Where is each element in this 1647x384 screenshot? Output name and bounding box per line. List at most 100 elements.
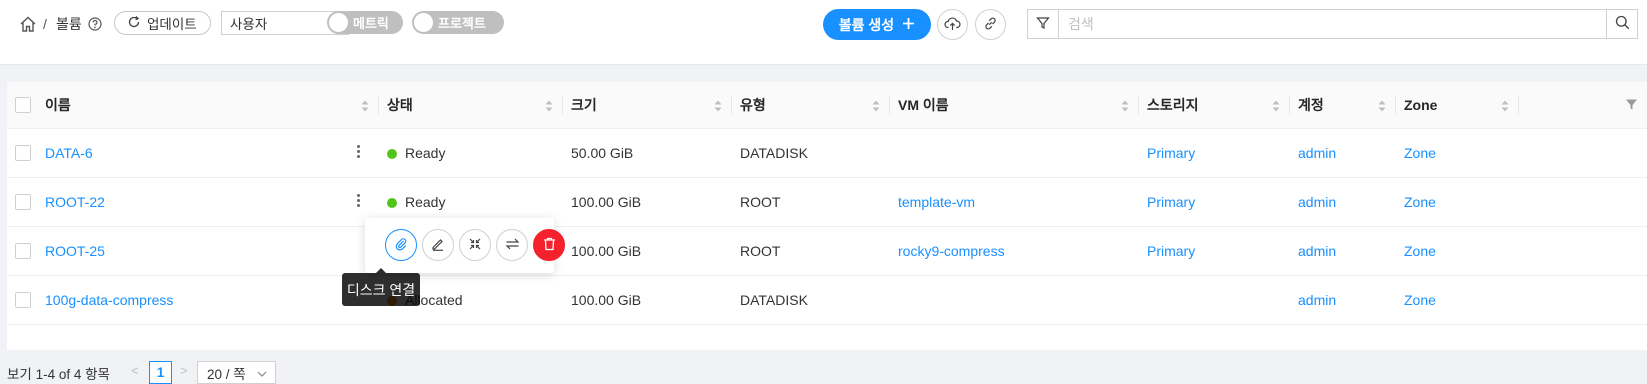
account-link[interactable]: admin bbox=[1298, 292, 1336, 308]
metric-toggle[interactable]: 메트릭 bbox=[327, 11, 403, 34]
create-volume-button[interactable]: 볼륨 생성 bbox=[823, 9, 931, 40]
resize-volume-button[interactable] bbox=[459, 229, 491, 261]
delete-volume-button[interactable] bbox=[533, 229, 565, 261]
type-cell: ROOT bbox=[740, 242, 781, 259]
volume-name-link[interactable]: ROOT-25 bbox=[45, 243, 105, 259]
search-button[interactable] bbox=[1606, 10, 1637, 38]
help-icon[interactable] bbox=[87, 16, 103, 32]
storage-link[interactable]: Primary bbox=[1147, 243, 1195, 259]
row-checkbox[interactable] bbox=[15, 145, 31, 162]
sort-icon[interactable] bbox=[714, 99, 722, 115]
sort-icon[interactable] bbox=[545, 99, 553, 115]
column-header-label: 이름 bbox=[45, 96, 71, 113]
project-toggle[interactable]: 프로젝트 bbox=[412, 11, 504, 34]
column-header-label: 스토리지 bbox=[1147, 96, 1199, 113]
row-checkbox[interactable] bbox=[15, 243, 31, 260]
attach-disk-button[interactable] bbox=[385, 229, 417, 261]
column-header-status[interactable]: 상태 bbox=[379, 82, 563, 129]
row-checkbox[interactable] bbox=[15, 194, 31, 211]
upload-from-url-button[interactable] bbox=[975, 9, 1006, 40]
zone-link[interactable]: Zone bbox=[1404, 145, 1436, 161]
table-row[interactable]: DATA-6 Ready 50.00 GiB DATADISK Primary … bbox=[7, 128, 1647, 177]
create-volume-label: 볼륨 생성 bbox=[838, 16, 895, 33]
volume-name-link[interactable]: ROOT-22 bbox=[45, 194, 105, 210]
storage-link[interactable]: Primary bbox=[1147, 194, 1195, 210]
column-header-size[interactable]: 크기 bbox=[563, 82, 732, 129]
select-all-checkbox[interactable] bbox=[15, 97, 31, 114]
table-row[interactable]: ROOT-22 Ready 100.00 GiB ROOT template-v… bbox=[7, 177, 1647, 226]
sort-icon[interactable] bbox=[1378, 99, 1386, 115]
size-cell: 100.00 GiB bbox=[571, 193, 642, 210]
page-number-1[interactable]: 1 bbox=[149, 361, 172, 384]
shrink-icon bbox=[468, 237, 482, 254]
plus-icon bbox=[902, 17, 915, 33]
project-toggle-label: 프로젝트 bbox=[438, 16, 486, 31]
next-page-icon[interactable]: > bbox=[180, 363, 188, 378]
status-text: Ready bbox=[405, 144, 446, 161]
column-header-name[interactable]: 이름 bbox=[37, 82, 379, 129]
funnel-icon bbox=[1036, 16, 1050, 33]
row-actions-popover bbox=[365, 218, 565, 273]
column-header-type[interactable]: 유형 bbox=[732, 82, 890, 129]
migrate-volume-button[interactable] bbox=[496, 229, 528, 261]
toggle-knob bbox=[329, 13, 348, 32]
page-size-value: 20 / 쪽 bbox=[207, 366, 246, 382]
prev-page-icon[interactable]: < bbox=[131, 363, 139, 378]
size-cell: 50.00 GiB bbox=[571, 144, 634, 161]
status-text: Ready bbox=[405, 193, 446, 210]
metric-toggle-label: 메트릭 bbox=[353, 16, 389, 31]
table-row[interactable]: ROOT-25 100.00 GiB ROOT rocky9-compress … bbox=[7, 226, 1647, 275]
toggle-knob bbox=[414, 13, 433, 32]
account-link[interactable]: admin bbox=[1298, 243, 1336, 259]
edit-volume-button[interactable] bbox=[422, 229, 454, 261]
zone-link[interactable]: Zone bbox=[1404, 243, 1436, 259]
select-all-cell bbox=[7, 82, 37, 129]
swap-icon bbox=[505, 237, 520, 254]
status-dot-icon bbox=[387, 148, 397, 159]
column-header-storage[interactable]: 스토리지 bbox=[1139, 82, 1290, 129]
search-input[interactable] bbox=[1068, 10, 1588, 38]
table-row[interactable]: 100g-data-compress Allocated 100.00 GiB … bbox=[7, 275, 1647, 324]
sort-icon[interactable] bbox=[1272, 99, 1280, 115]
toolbar: / 볼륨 업데이트 사용자 메트릭 프로젝트 볼륨 생성 bbox=[0, 0, 1647, 65]
chevron-down-icon bbox=[257, 367, 267, 382]
update-label: 업데이트 bbox=[147, 17, 197, 32]
row-checkbox[interactable] bbox=[15, 292, 31, 309]
column-header-label: 유형 bbox=[740, 96, 766, 113]
filter-select-value: 사용자 bbox=[230, 17, 268, 32]
paperclip-icon bbox=[394, 237, 408, 254]
zone-link[interactable]: Zone bbox=[1404, 194, 1436, 210]
search-box bbox=[1027, 9, 1638, 39]
vm-name-link[interactable]: rocky9-compress bbox=[898, 243, 1005, 259]
vm-name-link[interactable]: template-vm bbox=[898, 194, 975, 210]
home-icon[interactable] bbox=[18, 14, 38, 34]
volume-name-link[interactable]: 100g-data-compress bbox=[45, 292, 173, 308]
more-actions-icon[interactable] bbox=[357, 144, 361, 160]
table-header-row: 이름 상태 크기 유형 VM 이름 스토리지 계정 Zone bbox=[7, 82, 1647, 129]
breadcrumb-current: 볼륨 bbox=[56, 16, 82, 32]
column-filter-icon[interactable] bbox=[1625, 98, 1638, 114]
more-actions-icon[interactable] bbox=[357, 193, 361, 209]
type-cell: DATADISK bbox=[740, 291, 808, 308]
sort-icon[interactable] bbox=[1501, 99, 1509, 115]
account-link[interactable]: admin bbox=[1298, 194, 1336, 210]
search-filter-button[interactable] bbox=[1028, 10, 1059, 38]
sort-icon[interactable] bbox=[872, 99, 880, 115]
account-link[interactable]: admin bbox=[1298, 145, 1336, 161]
storage-link[interactable]: Primary bbox=[1147, 145, 1195, 161]
pagination-total: 보기 1-4 of 4 항목 bbox=[7, 367, 110, 382]
upload-button[interactable] bbox=[937, 9, 968, 40]
zone-link[interactable]: Zone bbox=[1404, 292, 1436, 308]
sort-icon[interactable] bbox=[361, 99, 369, 115]
column-header-account[interactable]: 계정 bbox=[1290, 82, 1396, 129]
column-header-zone[interactable]: Zone bbox=[1396, 82, 1519, 129]
sort-icon[interactable] bbox=[1121, 99, 1129, 115]
volume-table: 이름 상태 크기 유형 VM 이름 스토리지 계정 Zone DATA-6 Re… bbox=[7, 82, 1647, 325]
column-filter-cell bbox=[1519, 82, 1647, 129]
update-button[interactable]: 업데이트 bbox=[114, 11, 211, 35]
breadcrumb-separator: / bbox=[43, 16, 47, 32]
page-size-select[interactable]: 20 / 쪽 bbox=[197, 361, 276, 384]
volume-name-link[interactable]: DATA-6 bbox=[45, 145, 93, 161]
edit-icon bbox=[431, 237, 445, 254]
column-header-vm-name[interactable]: VM 이름 bbox=[890, 82, 1139, 129]
